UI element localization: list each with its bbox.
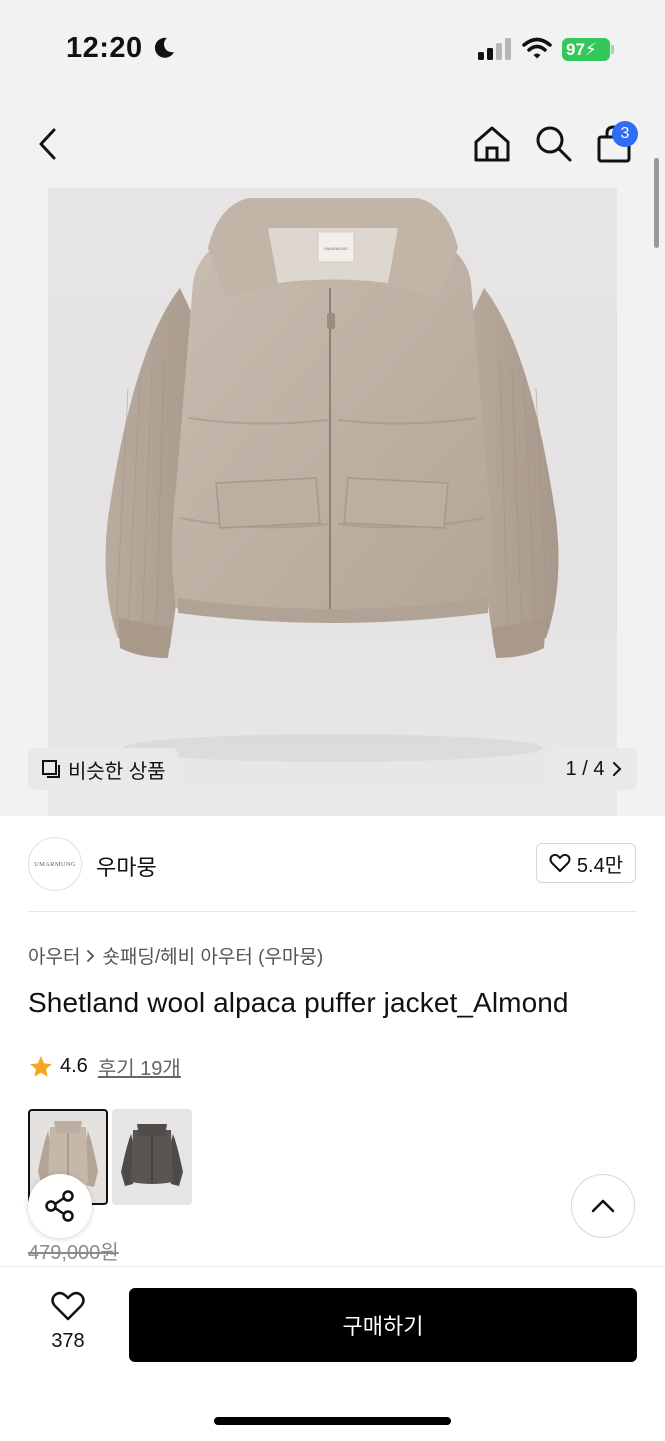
- section-divider: [28, 911, 637, 912]
- search-icon[interactable]: [534, 124, 574, 164]
- brand-name[interactable]: 우마뭉: [96, 850, 157, 882]
- brand-like-count: 5.4만: [576, 854, 624, 877]
- wishlist-count: 378: [51, 1330, 85, 1352]
- back-arrow-icon[interactable]: [34, 126, 62, 162]
- chevron-up-icon: [591, 1199, 615, 1213]
- charcoal-jacket-thumbnail: [121, 1124, 183, 1186]
- home-icon[interactable]: [472, 124, 512, 164]
- scroll-to-top-button[interactable]: [571, 1174, 635, 1238]
- pager-text: 1 / 4: [565, 757, 605, 780]
- moon-icon: [154, 37, 174, 58]
- heart-icon: [549, 853, 571, 872]
- scroll-indicator: [654, 158, 659, 248]
- product-title: Shetland wool alpaca puffer jacket_Almon…: [28, 987, 569, 1018]
- battery-tip: [611, 45, 614, 54]
- image-pager[interactable]: 1 / 4: [551, 748, 637, 790]
- cart-count-badge: 3: [612, 121, 638, 147]
- heart-icon: [51, 1291, 85, 1321]
- jacket-illustration: UMARMUNG: [105, 198, 559, 762]
- battery-indicator: 97⚡: [562, 38, 610, 61]
- wifi-icon: [522, 37, 552, 59]
- review-link[interactable]: 후기 19개: [98, 1052, 181, 1081]
- share-icon: [45, 1190, 74, 1222]
- color-option-charcoal[interactable]: [112, 1109, 192, 1205]
- star-icon: [30, 1055, 52, 1077]
- brand-logo-text: UMARMUNG: [34, 860, 76, 868]
- label-logo-text: UMARMUNG: [324, 246, 348, 251]
- buy-button[interactable]: 구매하기: [129, 1288, 637, 1362]
- similar-items-icon: [42, 760, 60, 778]
- home-indicator[interactable]: [214, 1417, 451, 1425]
- breadcrumb-category[interactable]: 아우터: [28, 942, 80, 969]
- rating-value: 4.6: [60, 1055, 88, 1077]
- similar-products-button[interactable]: 비슷한 상품: [28, 748, 178, 790]
- wishlist-button[interactable]: [36, 1290, 100, 1327]
- similar-products-label: 비슷한 상품: [68, 760, 166, 783]
- original-price: 479,000원: [28, 1242, 119, 1264]
- chevron-right-icon: [87, 949, 95, 962]
- cellular-signal-icon: [478, 38, 511, 60]
- rating-row: 4.6 후기 19개: [28, 1052, 181, 1081]
- chevron-right-icon: [613, 762, 622, 776]
- share-button[interactable]: [28, 1174, 92, 1238]
- brand-like-button[interactable]: 5.4만: [536, 843, 636, 883]
- brand-logo[interactable]: UMARMUNG: [28, 837, 82, 891]
- charging-bolt-icon: ⚡: [584, 40, 597, 59]
- breadcrumb-subcategory[interactable]: 숏패딩/헤비 아우터 (우마뭉): [102, 942, 323, 969]
- breadcrumb: 아우터 숏패딩/헤비 아우터 (우마뭉): [28, 942, 323, 969]
- status-time: 12:20: [66, 32, 143, 64]
- product-photo[interactable]: UMARMUNG: [48, 188, 617, 816]
